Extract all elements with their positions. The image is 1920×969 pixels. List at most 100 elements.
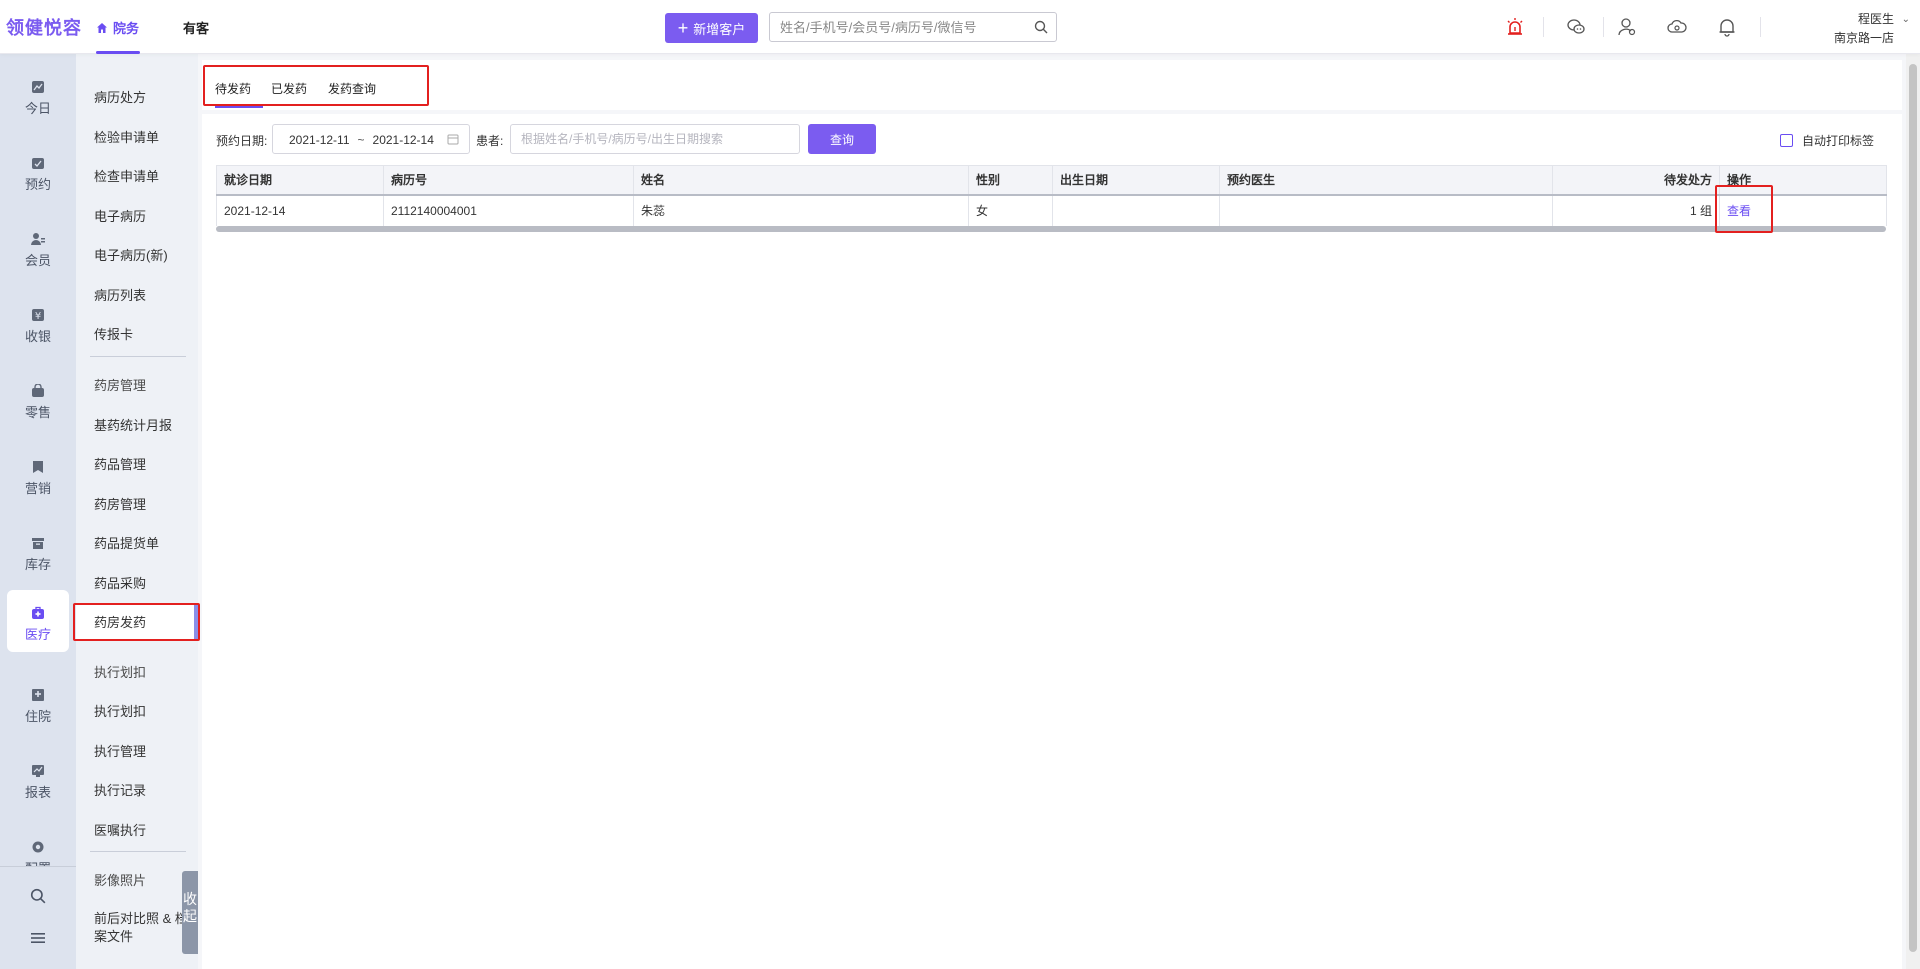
cloud-icon[interactable] — [1667, 17, 1687, 37]
column-header-birth-date[interactable]: 出生日期 — [1052, 165, 1220, 196]
sidebar-item-label: 报表 — [24, 785, 51, 800]
chart-icon — [32, 81, 44, 93]
submenu-item-emr[interactable]: 电子病历 — [94, 206, 146, 225]
calendar-icon — [447, 134, 459, 145]
column-header-visit-date[interactable]: 就诊日期 — [216, 165, 384, 196]
global-search-input[interactable] — [770, 13, 1020, 41]
sidebar-item-medical[interactable]: 医疗 — [7, 590, 69, 652]
submenu-item-emr-new[interactable]: 电子病历(新) — [94, 245, 168, 264]
column-header-pending-prescription[interactable]: 待发处方 — [1552, 165, 1720, 196]
cell-doctor — [1219, 194, 1553, 226]
scrollbar-thumb[interactable] — [1909, 64, 1917, 952]
cell-name: 朱蕊 — [633, 194, 969, 226]
submenu-item-execute-deduct[interactable]: 执行划扣 — [94, 701, 146, 720]
tab-dispensed[interactable]: 已发药 — [271, 80, 307, 97]
sidebar-item-reports[interactable]: 报表 — [0, 748, 76, 810]
bell-icon[interactable] — [1717, 17, 1737, 37]
header-divider — [1760, 17, 1761, 37]
chevron-down-icon[interactable]: ⌄ — [1902, 14, 1910, 25]
submenu-item-drug-management[interactable]: 药品管理 — [94, 454, 146, 473]
user-name[interactable]: 程医生 — [1858, 10, 1894, 27]
submenu-item-order-execution[interactable]: 医嘱执行 — [94, 820, 146, 839]
wechat-icon[interactable] — [1566, 17, 1586, 37]
submenu-item-drug-pickup[interactable]: 药品提货单 — [94, 533, 159, 552]
date-separator: ~ — [357, 133, 365, 147]
submenu-group-images: 影像照片 — [94, 873, 147, 888]
new-customer-label: 新增客户 — [693, 21, 746, 37]
sidebar-item-config[interactable]: 配置 — [0, 824, 76, 866]
cell-pending-prescription: 1 组 — [1552, 194, 1720, 226]
sidebar-item-today[interactable]: 今日 — [0, 64, 76, 126]
cell-birth-date — [1052, 194, 1220, 226]
user-icon[interactable] — [1617, 17, 1637, 37]
page-vertical-scrollbar[interactable] — [1906, 54, 1920, 969]
bag-icon — [32, 384, 44, 397]
content-panel: 预约日期: 2021-12-11 ~2021-12-14 患者: 查询 自动打印标… — [202, 114, 1902, 969]
sidebar-item-inventory[interactable]: 库存 — [0, 520, 76, 582]
top-header: 领健悦容 院务 有客 +新增客户 程医生 南京路一店 ⌄ — [0, 0, 1920, 54]
brand-logo[interactable]: 领健悦容 — [6, 14, 82, 40]
tab-pending-dispense[interactable]: 待发药 — [215, 80, 251, 97]
submenu-item-medical-prescription[interactable]: 病历处方 — [94, 87, 146, 106]
sidebar-item-retail[interactable]: 零售 — [0, 368, 76, 430]
store-name[interactable]: 南京路一店 — [1834, 29, 1894, 46]
cell-actions: 查看 — [1719, 194, 1887, 226]
sidebar-item-label: 库存 — [24, 557, 51, 572]
date-label: 预约日期: — [216, 134, 268, 148]
tab-dispense-query[interactable]: 发药查询 — [328, 80, 376, 97]
nav-active-underline — [96, 51, 140, 54]
date-range-picker[interactable]: 2021-12-11 ~2021-12-14 — [272, 124, 470, 154]
auto-print-checkbox[interactable]: 自动打印标签 — [1780, 132, 1874, 149]
cell-record-no: 2112140004001 — [383, 194, 634, 226]
column-header-name[interactable]: 姓名 — [633, 165, 969, 196]
submenu-divider — [90, 851, 186, 852]
table-horizontal-scrollbar[interactable] — [216, 225, 1886, 232]
flag-icon — [33, 461, 43, 473]
alarm-icon[interactable] — [1505, 17, 1525, 37]
sidebar-search-button[interactable] — [0, 888, 76, 907]
sidebar-menu-button[interactable] — [0, 930, 76, 949]
nav-tab-guest[interactable]: 有客 — [183, 18, 209, 37]
view-link[interactable]: 查看 — [1727, 204, 1751, 218]
sidebar-item-marketing[interactable]: 营销 — [0, 444, 76, 506]
sidebar-item-label: 营销 — [24, 481, 51, 496]
column-header-record-no[interactable]: 病历号 — [383, 165, 634, 196]
sidebar-item-label: 今日 — [24, 101, 51, 116]
members-icon — [31, 233, 45, 245]
search-icon[interactable] — [1034, 20, 1048, 34]
submenu-item-pharmacy-dispense[interactable]: 药房发药 — [94, 612, 146, 631]
header-divider — [1603, 17, 1604, 37]
sidebar-item-members[interactable]: 会员 — [0, 216, 76, 278]
hospital-icon — [32, 689, 44, 701]
column-header-gender[interactable]: 性别 — [968, 165, 1053, 196]
column-header-doctor[interactable]: 预约医生 — [1219, 165, 1553, 196]
patient-search-input[interactable] — [510, 124, 800, 154]
submenu-item-exam-request[interactable]: 检查申请单 — [94, 166, 159, 185]
query-button[interactable]: 查询 — [808, 124, 876, 154]
sidebar-item-cashier[interactable]: ¥ 收银 — [0, 292, 76, 354]
svg-text:¥: ¥ — [35, 311, 41, 322]
submenu-item-execution-record[interactable]: 执行记录 — [94, 780, 146, 799]
sidebar-item-label: 住院 — [24, 709, 51, 724]
search-icon — [30, 888, 46, 904]
submenu-item-pharmacy-management[interactable]: 药房管理 — [94, 494, 146, 513]
sidebar-item-appointment[interactable]: 预约 — [0, 140, 76, 202]
tab-active-indicator — [215, 106, 263, 108]
cell-gender: 女 — [968, 194, 1053, 226]
submenu-item-record-list[interactable]: 病历列表 — [94, 285, 146, 304]
submenu-item-report-card[interactable]: 传报卡 — [94, 324, 133, 343]
checkbox-icon — [1780, 134, 1793, 147]
table-row[interactable]: 2021-12-14 2112140004001 朱蕊 女 1 组 查看 — [216, 194, 1887, 226]
patient-label: 患者: — [476, 134, 504, 148]
submenu-item-comparison-files[interactable]: 前后对比照 & 档案文件 — [94, 910, 190, 946]
submenu-item-essential-drug-report[interactable]: 基药统计月报 — [94, 415, 172, 434]
submenu-item-execution-management[interactable]: 执行管理 — [94, 741, 146, 760]
secondary-sidebar: 病历处方 检验申请单 检查申请单 电子病历 电子病历(新) 病历列表 传报卡 药… — [76, 54, 198, 969]
sidebar-item-inpatient[interactable]: 住院 — [0, 672, 76, 734]
new-customer-button[interactable]: + 新增客户 — [665, 13, 758, 43]
collapse-sidebar-button[interactable]: 收起 — [182, 871, 198, 954]
global-search — [769, 12, 1057, 42]
submenu-item-drug-purchase[interactable]: 药品采购 — [94, 573, 146, 592]
nav-tab-hospital-affairs[interactable]: 院务 — [96, 18, 139, 37]
submenu-item-lab-request[interactable]: 检验申请单 — [94, 127, 159, 146]
